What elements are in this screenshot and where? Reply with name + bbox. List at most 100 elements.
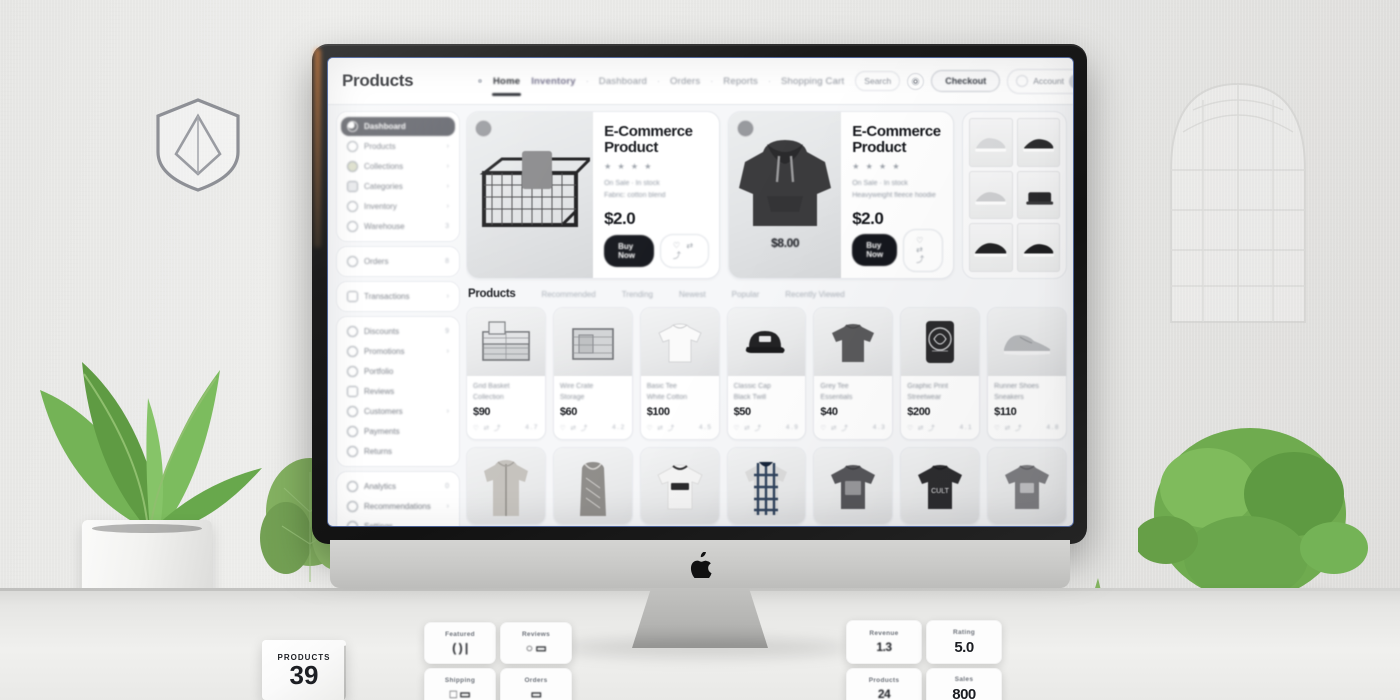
- product-action-icons[interactable]: ♡ ⇄ ⤴: [473, 422, 502, 432]
- tab-recently-viewed[interactable]: Recently Viewed: [785, 290, 844, 299]
- buy-now-button[interactable]: Buy Now: [852, 234, 898, 267]
- product-thumbnail-white-graphic-tee: [640, 448, 719, 524]
- sidebar-item-products[interactable]: Products ›: [341, 137, 455, 156]
- product-card[interactable]: Grey Tee Essentials $40 ♡ ⇄ ⤴ 4.3: [813, 307, 894, 440]
- sidebar-item-label: Discounts: [364, 327, 400, 336]
- tab-popular[interactable]: Popular: [732, 290, 760, 299]
- product-card[interactable]: Grid Basket Collection $90 ♡ ⇄ ⤴ 4.7: [466, 307, 546, 440]
- product-card[interactable]: Runner Shoes Sneakers $110 ♡ ⇄ ⤴ 4.8: [987, 307, 1067, 440]
- desk-stat-card: Revenue 1.3: [846, 620, 922, 664]
- nav-link-reports[interactable]: Reports: [722, 73, 759, 90]
- tab-trending[interactable]: Trending: [622, 290, 653, 299]
- sidebar-item-discounts[interactable]: Discounts 9: [341, 322, 455, 341]
- product-rating: 4.2: [612, 423, 626, 431]
- sidebar-item-customers[interactable]: Customers ›: [341, 402, 455, 421]
- sneaker-shelf-display[interactable]: [962, 111, 1067, 279]
- sidebar-item-analytics[interactable]: Analytics 0: [341, 477, 455, 496]
- sidebar-item-label: Warehouse: [364, 222, 405, 231]
- product-price: $2.0: [604, 208, 636, 228]
- product-thumbnail-dark-graphic-tee: [814, 448, 893, 524]
- product-card[interactable]: [552, 447, 633, 525]
- product-thumbnail-sneaker: [988, 308, 1066, 376]
- product-card[interactable]: Basic Tee White Cotton $100 ♡ ⇄ ⤴ 4.5: [639, 307, 720, 440]
- nav-link-shopping-cart[interactable]: Shopping Cart: [780, 73, 845, 90]
- featured-products-row: E-Commerce Product ★ ★ ★ ★ On Sale · In …: [466, 111, 1067, 279]
- account-menu[interactable]: Account: [1007, 68, 1073, 94]
- sidebar-item-inventory[interactable]: Inventory ›: [341, 197, 455, 216]
- stat-label: Reviews: [521, 631, 551, 638]
- product-rating: 4.5: [699, 423, 713, 431]
- product-icon-actions[interactable]: ♡ ⇄ ⤴: [659, 234, 710, 268]
- sidebar-item-orders[interactable]: Orders 8: [341, 252, 455, 271]
- sidebar-item-reviews[interactable]: Reviews: [341, 382, 455, 401]
- product-action-icons[interactable]: ♡ ⇄ ⤴: [560, 422, 589, 432]
- shelf-cell: [969, 118, 1013, 167]
- featured-product-card[interactable]: $8.00 E-Commerce Product ★ ★ ★ ★ On Sale…: [728, 111, 955, 279]
- sidebar-item-settings[interactable]: Settings: [341, 517, 455, 526]
- sidebar-navigation: Dashboard Products › Collections › Categ…: [336, 111, 460, 526]
- product-price: $50: [733, 406, 752, 418]
- sidebar-item-returns[interactable]: Returns: [341, 442, 455, 461]
- bookmark-icon: [347, 366, 358, 377]
- sidebar-item-payments[interactable]: Payments: [341, 422, 455, 441]
- product-card-body: Grey Tee Essentials $40 ♡ ⇄ ⤴ 4.3: [814, 376, 892, 439]
- sidebar-item-badge: ›: [446, 203, 449, 210]
- sidebar-item-badge: ›: [446, 348, 449, 355]
- stat-label: Featured: [445, 631, 475, 638]
- sidebar-item-label: Payments: [364, 427, 400, 436]
- product-card[interactable]: Wire Crate Storage $60 ♡ ⇄ ⤴ 4.2: [552, 307, 633, 440]
- favorite-badge-icon[interactable]: [475, 120, 492, 137]
- nav-link-orders[interactable]: Orders: [669, 73, 701, 90]
- product-action-icons[interactable]: ♡ ⇄ ⤴: [907, 422, 936, 432]
- sidebar-item-promotions[interactable]: Promotions ›: [341, 342, 455, 361]
- sidebar-item-recommendations[interactable]: Recommendations ›: [341, 497, 455, 516]
- product-action-icons[interactable]: ♡ ⇄ ⤴: [820, 422, 849, 432]
- checkout-button[interactable]: Checkout: [931, 70, 1001, 92]
- search-input[interactable]: Search: [855, 71, 901, 91]
- sidebar-item-dashboard[interactable]: Dashboard: [341, 117, 455, 136]
- product-card[interactable]: [726, 447, 807, 525]
- product-icon-actions[interactable]: ♡ ⇄ ⤴: [903, 228, 944, 272]
- ecommerce-dashboard-app: Products Home Inventory · Dashboard · Or…: [328, 58, 1073, 526]
- product-card[interactable]: CULT: [900, 447, 981, 525]
- nav-separator: ·: [657, 76, 661, 86]
- featured-product-card[interactable]: E-Commerce Product ★ ★ ★ ★ On Sale · In …: [466, 111, 721, 279]
- stat-value: 800: [952, 685, 976, 700]
- nav-link-inventory[interactable]: Inventory: [530, 73, 577, 90]
- plant-left-large: [24, 278, 274, 608]
- tab-recommended[interactable]: Recommended: [541, 290, 595, 299]
- product-name: Runner Shoes: [994, 383, 1039, 390]
- user-avatar[interactable]: [1068, 73, 1073, 89]
- product-actions: Buy Now ♡ ⇄ ⤴: [604, 234, 710, 268]
- sidebar-item-warehouse[interactable]: Warehouse 3: [341, 217, 455, 236]
- help-circle-icon: [1016, 75, 1029, 87]
- product-card[interactable]: Classic Cap Black Twill $50 ♡ ⇄ ⤴ 4.9: [726, 307, 807, 440]
- product-card-footer: ♡ ⇄ ⤴ 4.7: [473, 422, 539, 433]
- product-card[interactable]: [987, 447, 1067, 525]
- nav-separator: ·: [710, 76, 714, 86]
- sidebar-item-badge: ›: [446, 143, 449, 150]
- product-action-icons[interactable]: ♡ ⇄ ⤴: [647, 422, 676, 432]
- nav-link-home[interactable]: Home: [492, 73, 522, 96]
- product-action-icons[interactable]: ♡ ⇄ ⤴: [994, 422, 1023, 432]
- sidebar-item-collections[interactable]: Collections ›: [341, 157, 455, 176]
- product-subtitle: Essentials: [820, 393, 853, 401]
- buy-now-button[interactable]: Buy Now: [604, 235, 654, 267]
- sidebar-group-catalog: Dashboard Products › Collections › Categ…: [336, 111, 460, 242]
- sidebar-item-transactions[interactable]: Transactions ›: [341, 287, 455, 306]
- nav-link-dashboard[interactable]: Dashboard: [598, 73, 648, 90]
- sidebar-item-portfolio[interactable]: Portfolio: [341, 362, 455, 381]
- product-card[interactable]: Graphic Print Streetwear $200 ♡ ⇄ ⤴ 4.1: [900, 307, 981, 440]
- product-action-icons[interactable]: ♡ ⇄ ⤴: [734, 422, 763, 432]
- product-card[interactable]: [466, 447, 546, 525]
- favorite-badge-icon[interactable]: [737, 120, 755, 137]
- product-card[interactable]: [813, 447, 894, 525]
- product-rating: 4.8: [1046, 423, 1060, 431]
- product-card[interactable]: [639, 447, 720, 525]
- tab-newest[interactable]: Newest: [679, 290, 706, 299]
- gear-icon[interactable]: [907, 72, 925, 90]
- sidebar-item-categories[interactable]: Categories ›: [341, 177, 455, 196]
- shelf-cell: [1016, 170, 1060, 220]
- product-subtitle: Sneakers: [994, 393, 1024, 401]
- stat-value: ○ ▭: [525, 641, 547, 655]
